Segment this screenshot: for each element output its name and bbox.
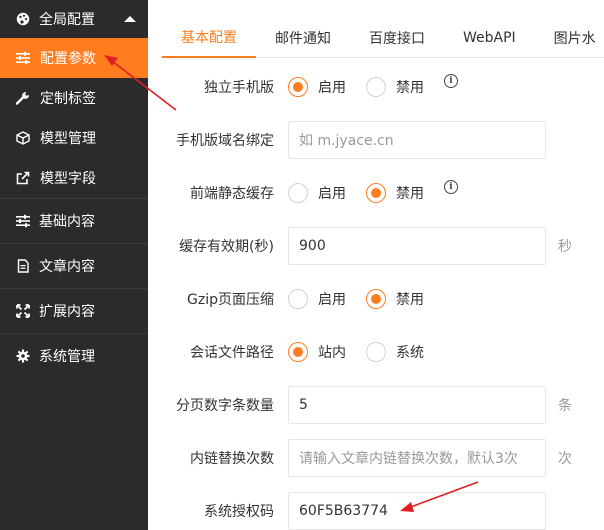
radio-circle: [366, 342, 386, 362]
unit-label: 次: [558, 451, 572, 467]
sidebar-group-label: 基础内容: [39, 214, 95, 230]
cache-expire-input[interactable]: 900: [288, 227, 546, 265]
sliders-icon: [16, 51, 30, 65]
sidebar-item-label: 模型字段: [40, 171, 96, 187]
info-icon[interactable]: i: [444, 74, 458, 88]
sidebar-group-label: 扩展内容: [39, 304, 95, 320]
sidebar: 全局配置 配置参数 定制标签 模型管理 模型字段 基础内容 文章内容 扩展内容 …: [0, 0, 148, 530]
form-row-session-path: 会话文件路径 站内 系统: [162, 332, 604, 372]
sidebar-group-label: 系统管理: [39, 349, 95, 365]
static-cache-disable-radio[interactable]: 禁用: [366, 183, 424, 203]
config-tabs: 基本配置 邮件通知 百度接口 WebAPI 图片水: [162, 18, 604, 58]
tab-basic-config[interactable]: 基本配置: [162, 18, 256, 58]
unit-label: 条: [558, 398, 572, 414]
field-label: 内链替换次数: [190, 451, 274, 467]
mobile-enable-radio[interactable]: 启用: [288, 77, 346, 97]
field-label: 缓存有效期(秒): [179, 239, 274, 255]
field-label: 会话文件路径: [190, 345, 274, 361]
form-row-mobile: 独立手机版 启用 禁用 i: [162, 67, 604, 107]
info-icon[interactable]: i: [444, 180, 458, 194]
form-row-link-replace: 内链替换次数 请输入文章内链替换次数，默认3次 次: [162, 438, 604, 478]
radio-circle: [288, 77, 308, 97]
form-row-gzip: Gzip页面压缩 启用 禁用: [162, 279, 604, 319]
form-row-static-cache: 前端静态缓存 启用 禁用 i: [162, 173, 604, 213]
document-icon: [16, 259, 30, 273]
unit-label: 秒: [558, 239, 572, 255]
field-label: 分页数字条数量: [176, 398, 274, 414]
field-label: 手机版域名绑定: [176, 133, 274, 149]
sidebar-header-label: 全局配置: [39, 12, 95, 28]
sidebar-item-label: 配置参数: [40, 51, 96, 67]
sidebar-item-config-params[interactable]: 配置参数: [0, 38, 148, 78]
expand-icon: [16, 304, 30, 318]
sidebar-item-label: 模型管理: [40, 131, 96, 147]
radio-circle: [288, 289, 308, 309]
radio-label: 禁用: [396, 292, 424, 308]
page-num-input[interactable]: 5: [288, 386, 546, 424]
gzip-enable-radio[interactable]: 启用: [288, 289, 346, 309]
sidebar-item-custom-tags[interactable]: 定制标签: [0, 78, 148, 118]
tab-image-watermark[interactable]: 图片水: [535, 18, 604, 58]
sidebar-item-label: 定制标签: [40, 91, 96, 107]
field-label: Gzip页面压缩: [187, 292, 274, 308]
sliders-icon: [16, 214, 30, 228]
sidebar-group-label: 文章内容: [39, 259, 95, 275]
session-path-system-radio[interactable]: 系统: [366, 342, 424, 362]
sidebar-group-basic-content[interactable]: 基础内容: [0, 198, 148, 243]
license-code-input[interactable]: 60F5B63774: [288, 492, 546, 530]
radio-label: 禁用: [396, 80, 424, 96]
radio-label: 启用: [318, 292, 346, 308]
field-label: 前端静态缓存: [190, 186, 274, 202]
radio-circle: [288, 342, 308, 362]
sidebar-group-article-content[interactable]: 文章内容: [0, 243, 148, 288]
sidebar-item-model-fields[interactable]: 模型字段: [0, 158, 148, 198]
mobile-domain-input[interactable]: 如 m.jyace.cn: [288, 121, 546, 159]
chevron-up-icon: [124, 16, 136, 22]
tab-mail-notify[interactable]: 邮件通知: [256, 18, 350, 58]
sidebar-group-extended-content[interactable]: 扩展内容: [0, 288, 148, 333]
wrench-icon: [16, 91, 30, 105]
static-cache-enable-radio[interactable]: 启用: [288, 183, 346, 203]
form-row-mobile-domain: 手机版域名绑定 如 m.jyace.cn: [162, 120, 604, 160]
sidebar-group-system-manage[interactable]: 系统管理: [0, 333, 148, 378]
gzip-disable-radio[interactable]: 禁用: [366, 289, 424, 309]
link-replace-input[interactable]: 请输入文章内链替换次数，默认3次: [288, 439, 546, 477]
gear-icon: [16, 349, 30, 363]
session-path-site-radio[interactable]: 站内: [288, 342, 346, 362]
sidebar-header-global-config[interactable]: 全局配置: [0, 0, 148, 38]
radio-label: 禁用: [396, 186, 424, 202]
tab-baidu-api[interactable]: 百度接口: [350, 18, 444, 58]
cube-icon: [16, 131, 30, 145]
mobile-disable-radio[interactable]: 禁用: [366, 77, 424, 97]
radio-circle: [366, 289, 386, 309]
field-label: 独立手机版: [204, 80, 274, 96]
radio-label: 站内: [318, 345, 346, 361]
radio-circle: [366, 183, 386, 203]
tab-webapi[interactable]: WebAPI: [444, 18, 535, 58]
sidebar-item-model-manage[interactable]: 模型管理: [0, 118, 148, 158]
form-row-license: 系统授权码 60F5B63774: [162, 491, 604, 530]
radio-circle: [366, 77, 386, 97]
external-link-icon: [16, 171, 30, 185]
form-row-page-num: 分页数字条数量 5 条: [162, 385, 604, 425]
radio-circle: [288, 183, 308, 203]
radio-label: 启用: [318, 80, 346, 96]
palette-icon: [16, 12, 30, 26]
form-row-cache-expire: 缓存有效期(秒) 900 秒: [162, 226, 604, 266]
radio-label: 启用: [318, 186, 346, 202]
field-label: 系统授权码: [204, 504, 274, 520]
radio-label: 系统: [396, 345, 424, 361]
